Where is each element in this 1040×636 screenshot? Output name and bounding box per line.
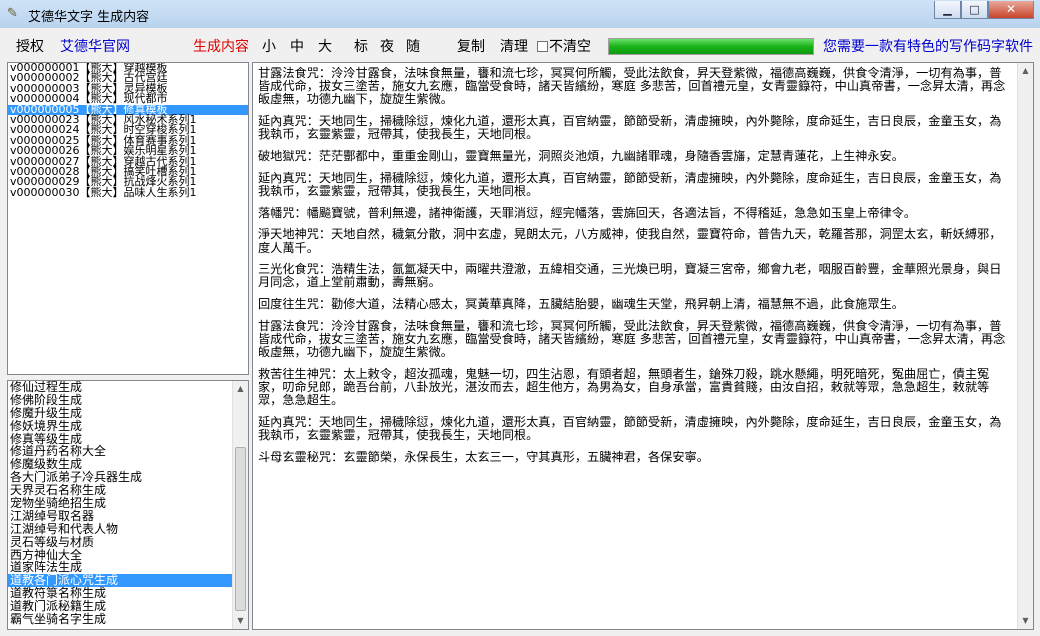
clear-button[interactable]: 清理 bbox=[500, 39, 528, 55]
generator-list-item[interactable]: 灵石等级与材质 bbox=[8, 535, 248, 549]
content-paragraph: 三光化食咒：浩精生法，氤氳凝天中，兩曜共澄澈，五緯相交通，三光煥已明，寶凝三宮帝… bbox=[258, 262, 1002, 290]
toolbar: 授权 艾德华官网 生成内容 小 中 大 标 夜 随 复制 清理 不清空 您需要一… bbox=[0, 28, 1040, 62]
feather-icon: ✎ bbox=[7, 6, 18, 21]
content-paragraph: 淨天地神咒：天地自然，穢氣分散，洞中玄虛，晃朗太元，八方威神，使我自然，靈寶符命… bbox=[258, 227, 1002, 255]
template-list[interactable]: v000000001【熊大】穿越模板 v000000002【熊大】古代宫廷 v000… bbox=[7, 62, 249, 375]
generator-list-item[interactable]: 修妖境界生成 bbox=[8, 419, 248, 433]
scroll-thumb[interactable] bbox=[235, 447, 246, 611]
generator-list-item[interactable]: 霸气坐骑名字生成 bbox=[8, 613, 248, 626]
generator-items: 修仙过程生成 修佛阶段生成 修魔升级生成 修妖境界生成 修真等级生成 修道丹药名称大全 修魔… bbox=[8, 381, 248, 626]
scroll-down-icon[interactable]: ▼ bbox=[233, 613, 248, 629]
no-clear-checkbox[interactable] bbox=[537, 41, 548, 52]
content-paragraph: 破地獄咒：茫茫酆都中，重重金剛山，靈寶無量光，洞照炎池煩，九幽諸罪魂，身隨香雲旛… bbox=[258, 149, 904, 164]
window-controls: ▁ □ ✕ bbox=[934, 1, 1034, 20]
progress-bar bbox=[608, 38, 814, 55]
generator-list-item[interactable]: 修仙过程生成 bbox=[8, 381, 248, 394]
copy-button[interactable]: 复制 bbox=[457, 39, 485, 55]
official-site-link[interactable]: 艾德华官网 bbox=[60, 39, 130, 55]
scroll-down-icon[interactable]: ▼ bbox=[1018, 613, 1033, 629]
slogan-link[interactable]: 您需要一款有特色的写作码字软件 bbox=[823, 39, 1033, 55]
title-bar: ✎ 艾德华文字 生成内容 ▁ □ ✕ bbox=[0, 0, 1040, 29]
generator-list-scrollbar[interactable]: ▲ ▼ bbox=[232, 381, 248, 629]
generator-list-item[interactable]: 修佛阶段生成 bbox=[8, 393, 248, 407]
content-paragraph: 延內真咒：天地同生，掃穢除愆，煉化九道，還形太真，百官納靈，節節受新，清虛擁映，… bbox=[258, 170, 1002, 198]
minimize-button[interactable]: ▁ bbox=[934, 1, 961, 19]
template-list-item[interactable]: v000000030【熊大】品味人生系列1 bbox=[8, 186, 248, 198]
content-scrollbar[interactable]: ▲ ▼ bbox=[1017, 63, 1033, 629]
random-button[interactable]: 随 bbox=[406, 39, 420, 55]
generator-list-item[interactable]: 江湖绰号取名器 bbox=[8, 510, 248, 523]
no-clear-label[interactable]: 不清空 bbox=[549, 39, 591, 55]
content-paragraph: 回度往生咒：勸修大道，法精心感太，冥黃華真降，五臟結胎嬰，幽魂生天堂，飛昇朝上清… bbox=[258, 297, 904, 312]
font-small-button[interactable]: 小 bbox=[262, 39, 276, 55]
generator-list-item[interactable]: 修魔升级生成 bbox=[8, 406, 248, 420]
authorize-button[interactable]: 授权 bbox=[16, 39, 44, 55]
window-title: 艾德华文字 生成内容 bbox=[28, 10, 150, 25]
content-paragraph: 甘露法食咒：泠泠甘露食，法味食無量，饔和流七珍，冥冥何所觸，受此法飲食，昇天登紫… bbox=[258, 66, 1006, 107]
font-large-button[interactable]: 大 bbox=[318, 39, 332, 55]
content-paragraph: 救苦往生神咒：太上敕令，超汝孤魂，鬼魅一切，四生沾恩，有頭者超，無頭者生，鎗殊刀… bbox=[258, 366, 990, 408]
mark-button[interactable]: 标 bbox=[354, 39, 368, 55]
generator-list-item[interactable]: 江湖绰号和代表人物 bbox=[8, 522, 248, 536]
content-textarea[interactable]: 甘露法食咒：泠泠甘露食，法味食無量，饔和流七珍，冥冥何所觸，受此法飲食，昇天登紫… bbox=[252, 62, 1034, 630]
template-items: v000000001【熊大】穿越模板 v000000002【熊大】古代宫廷 v000… bbox=[8, 63, 248, 198]
scroll-up-icon[interactable]: ▲ bbox=[233, 381, 248, 397]
content-paragraph: 斗母玄靈秘咒：玄靈節榮，永保長生，太玄三一，守其真形，五臟神君，各保安寧。 bbox=[258, 449, 709, 464]
content-paragraph: 落幡咒：幡飈寶號，普利無邊，諸神衛護，天罪消愆，經完幡落，雲旆回天，各適法旨，不… bbox=[258, 205, 917, 220]
generator-list-item[interactable]: 宠物坐骑绝招生成 bbox=[8, 497, 248, 510]
generator-list[interactable]: 修仙过程生成 修佛阶段生成 修魔升级生成 修妖境界生成 修真等级生成 修道丹药名称大全 修魔… bbox=[7, 380, 249, 630]
generate-button[interactable]: 生成内容 bbox=[193, 39, 249, 55]
generated-text: 甘露法食咒：泠泠甘露食，法味食無量，饔和流七珍，冥冥何所觸，受此法飲食，昇天登紫… bbox=[258, 66, 1006, 473]
content-paragraph: 延內真咒：天地同生，掃穢除愆，煉化九道，還形太真，百官納靈，節節受新，清虛擁映，… bbox=[258, 415, 1002, 443]
font-medium-button[interactable]: 中 bbox=[290, 39, 304, 55]
maximize-button[interactable]: □ bbox=[961, 1, 988, 19]
scroll-up-icon[interactable]: ▲ bbox=[1018, 63, 1033, 79]
progress-fill bbox=[609, 39, 813, 54]
content-paragraph: 甘露法食咒：泠泠甘露食，法味食無量，饔和流七珍，冥冥何所觸，受此法飲食，昇天登紫… bbox=[258, 318, 1006, 360]
content-paragraph: 延內真咒：天地同生，掃穢除愆，煉化九道，還形太真，百官納靈，節節受新，清虛擁映，… bbox=[258, 114, 1002, 142]
close-button[interactable]: ✕ bbox=[988, 1, 1034, 19]
night-mode-button[interactable]: 夜 bbox=[380, 39, 394, 55]
